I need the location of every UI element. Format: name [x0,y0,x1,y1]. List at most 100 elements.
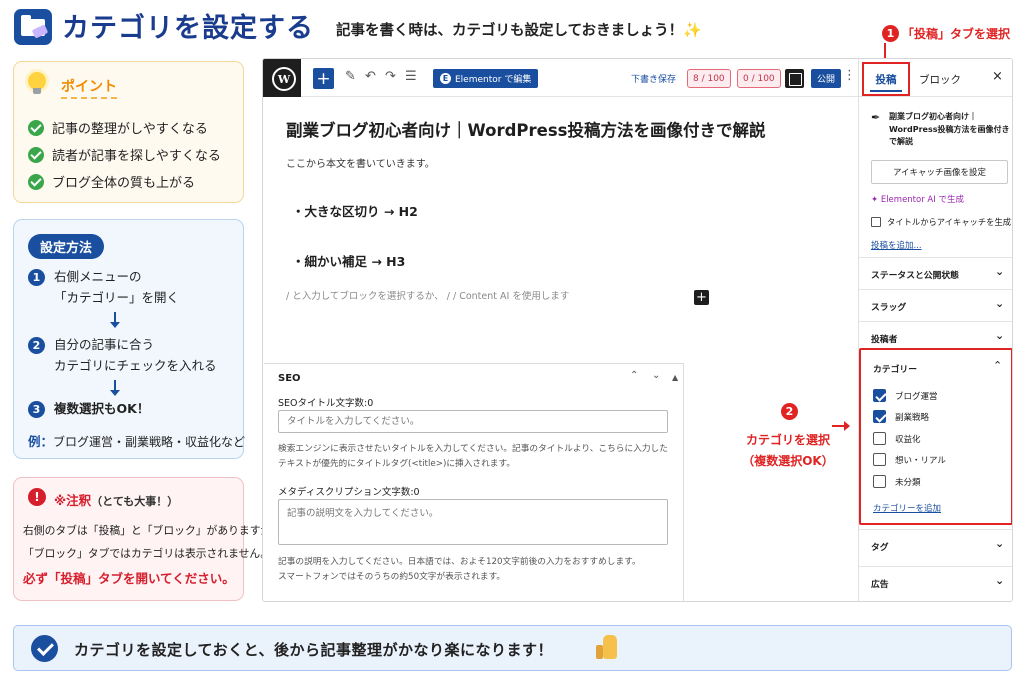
category-item[interactable]: 副業戦略 [873,410,929,423]
seo-title-input[interactable] [278,410,668,433]
settings-panel-toggle-icon[interactable] [785,69,804,88]
point-item: ブログ全体の質も上がる [28,172,195,191]
meta-description-label: メタディスクリプション文字数:0 [278,487,420,498]
chevron-down-icon: ⌄ [995,574,1005,587]
point-item-text: ブログ全体の質も上がる [52,176,196,191]
tab-post[interactable]: 投稿 [862,62,910,96]
category-label: 未分類 [895,477,921,488]
chevron-down-icon: ⌄ [995,297,1005,310]
check-circle-icon [28,173,44,190]
section-status-visibility[interactable]: ステータスと公開状態 ⌄ [859,257,1012,289]
close-icon[interactable]: × [992,69,1003,84]
category-checkbox[interactable] [873,453,886,466]
more-options-icon[interactable]: ⋮ [843,68,856,83]
step-2-line-1: 自分の記事に合う [54,337,155,352]
chevron-down-icon: ⌄ [995,537,1005,550]
check-circle-icon [28,119,44,136]
section-ads[interactable]: 広告 ⌄ [859,566,1012,598]
elementor-ai-label: Elementor AI で生成 [880,195,964,205]
note-title: ※注釈（とても大事！） [54,490,178,509]
set-featured-image-button[interactable]: アイキャッチ画像を設定 [871,160,1008,184]
chevron-down-icon: ⌄ [995,329,1005,342]
meta-description-input[interactable] [278,499,668,545]
seo-score-badge[interactable]: 8 / 100 [687,69,731,88]
category-item[interactable]: ブログ運営 [873,389,938,402]
annotation-select-category: カテゴリを選択 （複数選択OK） [733,430,843,472]
thumbs-up-icon [596,635,618,659]
chevron-down-icon[interactable]: ⌄ [652,370,660,381]
footer-text: カテゴリを設定しておくと、後から記事整理がかなり楽になります！ [74,641,554,659]
method-card: 設定方法 1 右側メニューの 「カテゴリー」を開く 2 自分の記事に合う カテゴ… [13,219,246,459]
page-title: カテゴリを設定する [62,13,314,44]
page-subtitle: 記事を書く時は、カテゴリも設定しておきましょう！✨ [336,19,702,40]
sidebar-tabs: 投稿 ブロック × [859,59,1012,97]
publish-button[interactable]: 公開 [811,69,842,88]
chevron-up-icon[interactable]: ⌃ [630,370,638,381]
point-item: 記事の整理がしやすくなる [28,118,208,137]
note-card: ! ※注釈（とても大事！） 右側のタブは「投稿」と「ブロック」がありますが、 「… [13,477,282,601]
heading-block-h3[interactable]: ・細かい補足 → H3 [292,251,405,270]
category-item[interactable]: 収益化 [873,432,921,445]
point-item-text: 記事の整理がしやすくなる [52,122,208,137]
point-card: ポイント 記事の整理がしやすくなる 読者が記事を探しやすくなる ブログ全体の質も… [13,61,244,203]
annotation-1-text: 「投稿」タブを選択 [902,27,1011,41]
category-panel-title[interactable]: カテゴリー [873,362,917,375]
category-checkbox-checked[interactable] [873,389,886,402]
undo-icon[interactable]: ↶ [365,69,376,84]
section-label: 投稿者 [871,335,898,345]
post-title[interactable]: 副業ブログ初心者向け｜WordPress投稿方法を画像付きで解説 [286,117,765,141]
annotation-2-line-2: （複数選択OK） [742,454,834,468]
step-1-line-1: 右側メニューの [54,269,142,284]
pencil-icon[interactable]: ✎ [345,69,356,84]
tab-block[interactable]: ブロック [919,72,961,87]
annotation-select-post-tab: 1 「投稿」タブを選択 [882,25,1010,42]
point-item-text: 読者が記事を探しやすくなる [52,149,221,164]
feather-icon: ✒ [871,111,881,124]
heading-block-h2[interactable]: ・大きな区切り → H2 [292,201,418,220]
collapse-icon[interactable]: ▲ [672,373,678,382]
example-text: ブログ運営・副業戦略・収益化など [53,435,246,449]
inline-add-block-button[interactable]: + [694,290,709,305]
elementor-edit-button[interactable]: E Elementor で編集 [433,69,539,88]
generate-featured-checkbox-row[interactable]: タイトルからアイキャッチを生成する [871,216,1012,228]
arrow-down-icon [880,43,890,64]
category-checkbox[interactable] [873,475,886,488]
category-item[interactable]: 未分類 [873,475,921,488]
chevron-down-icon: ⌄ [995,265,1005,278]
note-line-2: 「ブロック」タブではカテゴリは表示されません。 [23,547,272,560]
wordpress-logo-icon[interactable] [263,59,301,97]
paragraph-block[interactable]: ここから本文を書いていきます。 [286,155,435,170]
category-checkbox-checked[interactable] [873,410,886,423]
generate-featured-checkbox[interactable] [871,217,881,227]
readability-score-badge[interactable]: 0 / 100 [737,69,781,88]
save-draft-button[interactable]: 下書き保存 [631,72,676,85]
annotation-number-1: 1 [882,25,899,42]
list-view-icon[interactable]: ☰ [405,69,417,84]
block-placeholder[interactable]: / と入力してブロックを選択するか、 / / Content AI を使用します [286,288,569,302]
add-post-link[interactable]: 投稿を追加... [871,239,922,251]
point-title: ポイント [61,76,117,99]
seo-title-help-1: 検索エンジンに表示させたいタイトルを入力してください。記事のタイトルより、こちら… [278,444,668,454]
sparkle-icon: ✨ [683,21,702,39]
note-title-text: ※注釈 [54,493,92,508]
category-checkbox[interactable] [873,432,886,445]
elementor-ai-generate-link[interactable]: ✦ Elementor AI で生成 [871,193,964,205]
add-category-link[interactable]: カテゴリーを追加 [873,502,941,514]
add-block-button[interactable]: + [313,68,334,89]
redo-icon[interactable]: ↷ [385,69,396,84]
step-1-line-2: 「カテゴリー」を開く [54,290,180,305]
arrow-down-icon [110,380,120,396]
example-label: 例： [28,434,54,449]
step-number-2: 2 [28,337,45,354]
category-item[interactable]: 想い・リアル [873,453,946,466]
category-label: 想い・リアル [895,455,946,466]
exclamation-icon: ! [28,488,46,506]
section-label: スラッグ [871,303,907,313]
check-circle-icon [28,146,44,163]
chevron-up-icon[interactable]: ⌃ [993,359,1002,372]
section-slug[interactable]: スラッグ ⌄ [859,289,1012,321]
footer-banner: カテゴリを設定しておくと、後から記事整理がかなり楽になります！ [13,625,1012,671]
elementor-icon: E [440,73,451,84]
section-tags[interactable]: タグ ⌄ [859,529,1012,561]
annotation-2-line-1: カテゴリを選択 [745,433,830,447]
